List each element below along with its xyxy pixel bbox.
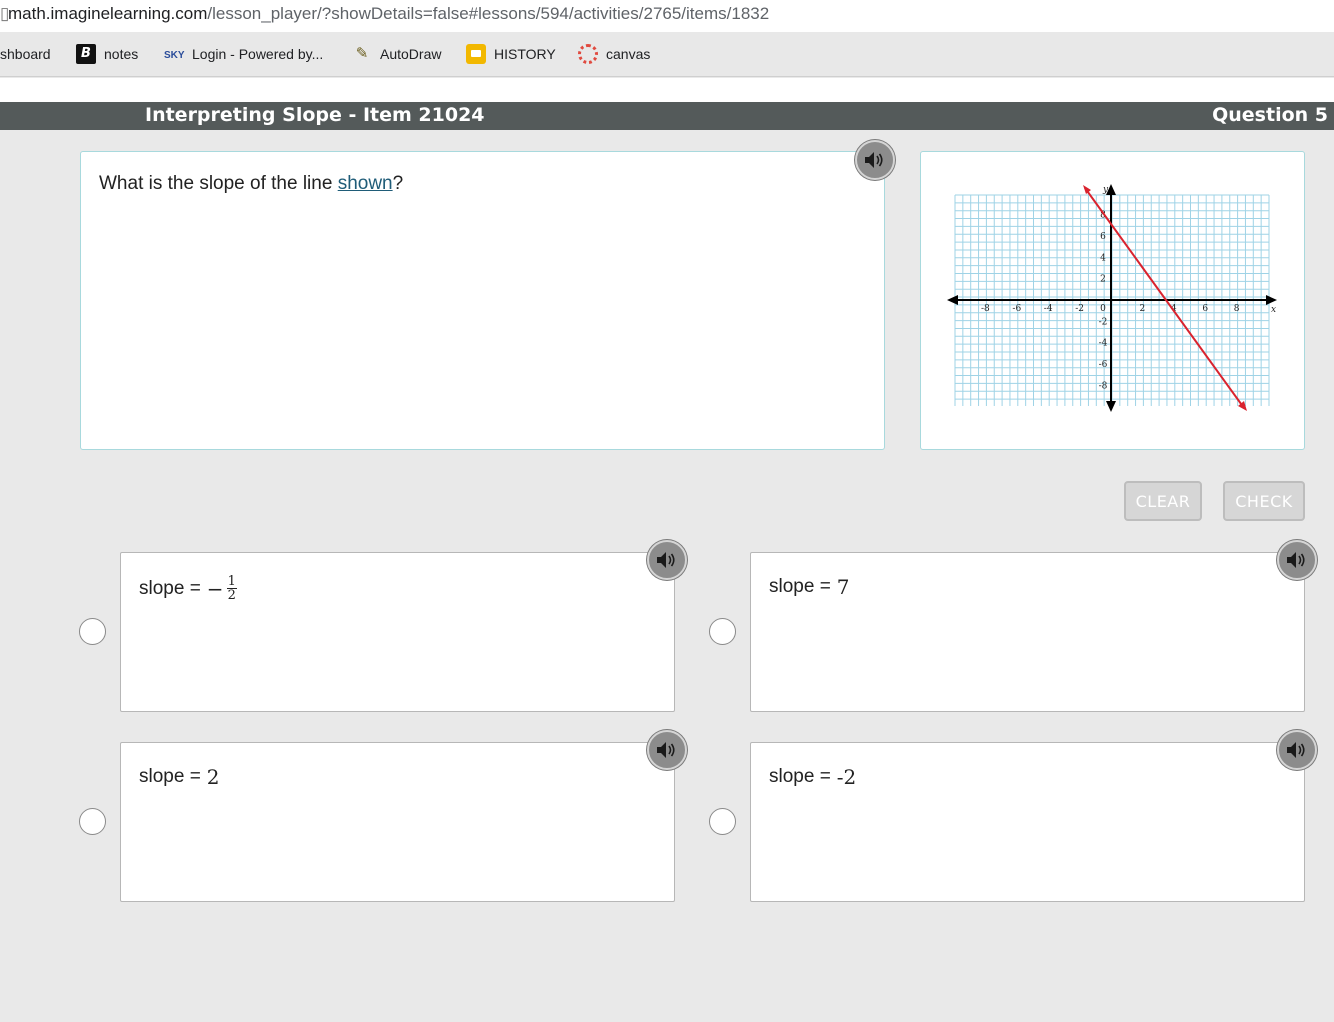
y-tick-label: 4 — [1100, 253, 1106, 263]
x-tick-label: -8 — [981, 304, 990, 314]
y-tick-label: 6 — [1100, 232, 1106, 242]
question-panel: What is the slope of the line shown? — [80, 151, 885, 450]
x-tick-label: 6 — [1202, 304, 1208, 314]
choice-d-value: -2 — [836, 765, 857, 789]
question-text-before: What is the slope of the line — [99, 173, 338, 194]
choice-a-audio-button[interactable] — [647, 540, 687, 580]
y-axis-arrow-down — [1106, 401, 1116, 412]
y-tick-label: 2 — [1100, 275, 1106, 285]
choice-a-numerator: 1 — [226, 574, 237, 589]
choice-c-audio-button[interactable] — [647, 730, 687, 770]
bookmark-dashboard[interactable]: shboard — [0, 44, 51, 64]
address-bar[interactable]: ▯math.imaginelearning.com/lesson_player/… — [0, 0, 1334, 32]
choice-a-sign: − — [206, 576, 224, 601]
site-info-icon[interactable]: ▯ — [0, 0, 9, 28]
shown-link[interactable]: shown — [338, 173, 393, 194]
lesson-header: Interpreting Slope - Item 21024 Question… — [0, 102, 1334, 130]
choice-b-prefix: slope = — [769, 576, 831, 597]
choice-b-audio-button[interactable] — [1277, 540, 1317, 580]
choice-a-prefix: slope = — [139, 577, 201, 599]
choice-b[interactable]: slope = 7 — [750, 552, 1305, 712]
bookmark-label: HISTORY — [494, 46, 556, 62]
choice-d[interactable]: slope = -2 — [750, 742, 1305, 902]
sky-logo-icon: SKY — [164, 50, 185, 61]
choice-c-label: slope = 2 — [139, 765, 220, 789]
x-tick-label: 0 — [1100, 304, 1106, 314]
choice-d-audio-button[interactable] — [1277, 730, 1317, 770]
question-prompt: What is the slope of the line shown? — [99, 173, 403, 195]
bookmark-label: AutoDraw — [380, 46, 442, 62]
bookmark-label: Login - Powered by... — [192, 46, 324, 62]
bookmark-canvas[interactable]: canvas — [578, 44, 650, 64]
choice-c-prefix: slope = — [139, 766, 201, 787]
coordinate-graph: -8 -6 -4 -2 0 2 4 6 88642-2-4-6-8xy — [947, 184, 1277, 412]
canvas-logo-icon — [578, 44, 598, 64]
choice-b-label: slope = 7 — [769, 575, 850, 599]
question-text-after: ? — [392, 173, 404, 194]
speaker-icon — [657, 552, 675, 568]
check-button[interactable]: CHECK — [1223, 481, 1305, 521]
choice-c-value: 2 — [206, 765, 220, 789]
autodraw-pencil-icon: ✎ — [355, 45, 369, 62]
question-number: Question 5 — [1212, 104, 1328, 126]
bookmark-notes[interactable]: B notes — [76, 44, 138, 64]
x-tick-label: -4 — [1044, 304, 1053, 314]
speaker-icon — [657, 742, 675, 758]
page-top-strip — [0, 78, 1334, 102]
x-tick-label: 2 — [1140, 304, 1146, 314]
bookmark-label: canvas — [606, 46, 651, 62]
x-tick-label: -2 — [1075, 304, 1084, 314]
y-tick-label: -6 — [1099, 360, 1108, 370]
y-axis-label: y — [1102, 185, 1109, 195]
choice-b-radio[interactable] — [709, 618, 736, 645]
clear-button[interactable]: CLEAR — [1124, 481, 1202, 521]
speaker-icon — [1287, 552, 1305, 568]
choice-a-fraction: 1 2 — [226, 574, 237, 603]
choice-c[interactable]: slope = 2 — [120, 742, 675, 902]
x-axis-arrow-left — [947, 295, 958, 305]
line-arrow-top — [1083, 185, 1091, 194]
choice-c-radio[interactable] — [79, 808, 106, 835]
choice-a-denominator: 2 — [227, 588, 236, 603]
url-host: math.imaginelearning.com — [8, 4, 208, 23]
bookmark-autodraw[interactable]: ✎ AutoDraw — [352, 44, 442, 64]
choice-d-prefix: slope = — [769, 766, 831, 787]
x-tick-label: 8 — [1234, 304, 1240, 314]
question-audio-button[interactable] — [855, 140, 895, 180]
graph-panel: -8 -6 -4 -2 0 2 4 6 8 8 6 4 2 -2 -4 -6 -8 x y — [920, 151, 1305, 450]
lesson-title: Interpreting Slope - Item 21024 — [145, 104, 485, 126]
y-tick-label: -2 — [1099, 317, 1108, 327]
x-axis-arrow-right — [1266, 295, 1277, 305]
choice-a-label: slope = − 1 2 — [139, 575, 237, 602]
bookmark-label: shboard — [0, 46, 51, 62]
choice-d-radio[interactable] — [709, 808, 736, 835]
bookmark-history[interactable]: HISTORY — [466, 44, 556, 64]
choice-a[interactable]: slope = − 1 2 — [120, 552, 675, 712]
slides-icon — [466, 44, 486, 64]
bookmark-login[interactable]: SKY Login - Powered by... — [164, 44, 323, 64]
choice-d-label: slope = -2 — [769, 765, 856, 789]
y-tick-label: -4 — [1099, 339, 1108, 349]
speaker-icon — [865, 152, 883, 168]
y-tick-label: -8 — [1099, 381, 1108, 391]
url-path: /lesson_player/?showDetails=false#lesson… — [207, 4, 770, 23]
x-axis-label: x — [1271, 305, 1276, 315]
bookmarks-bar: shboard B notes SKY Login - Powered by..… — [0, 32, 1334, 77]
choice-b-value: 7 — [836, 575, 850, 599]
x-tick-label: -6 — [1012, 304, 1021, 314]
b-logo-icon: B — [76, 44, 96, 64]
graphed-line — [1084, 187, 1245, 409]
bookmark-label: notes — [104, 46, 139, 62]
speaker-icon — [1287, 742, 1305, 758]
choice-a-radio[interactable] — [79, 618, 106, 645]
